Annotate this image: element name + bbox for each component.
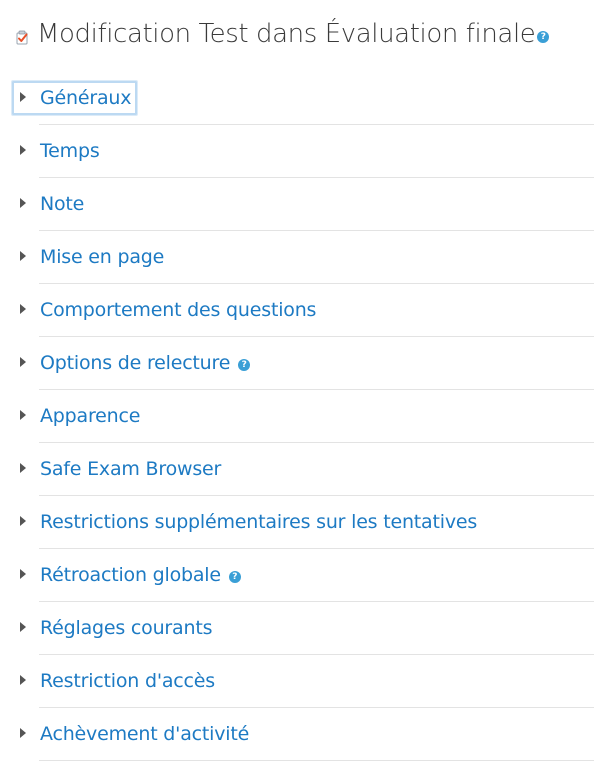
section-label: Note [40, 193, 85, 215]
section-toggle[interactable]: Achèvement d'activité [12, 717, 255, 751]
help-icon[interactable]: ? [537, 31, 550, 43]
section-row: Rétroaction globale? [12, 549, 594, 602]
page-header: Modification Test dans Évaluation finale… [14, 14, 550, 54]
caret-right-icon [20, 410, 26, 420]
section-toggle[interactable]: Restrictions supplémentaires sur les ten… [12, 505, 483, 539]
section-toggle[interactable]: Restriction d'accès [12, 664, 221, 698]
page-title: Modification Test dans Évaluation finale [37, 19, 536, 49]
section-row: Achèvement d'activité [12, 708, 594, 761]
section-label: Comportement des questions [40, 299, 317, 321]
help-icon[interactable]: ? [238, 359, 251, 371]
caret-right-icon [20, 675, 26, 685]
section-label: Restrictions supplémentaires sur les ten… [40, 511, 478, 533]
section-list: Généraux Temps Note Mise en page Comportemen… [12, 72, 594, 761]
caret-right-icon [20, 198, 26, 208]
section-toggle[interactable]: Mise en page [12, 240, 170, 274]
section-toggle[interactable]: Note [12, 187, 90, 221]
section-toggle[interactable]: Safe Exam Browser [12, 452, 227, 486]
caret-right-icon [20, 304, 26, 314]
caret-right-icon [20, 622, 26, 632]
caret-right-icon [20, 516, 26, 526]
section-toggle[interactable]: Rétroaction globale? [12, 558, 247, 592]
section-toggle[interactable]: Comportement des questions [12, 293, 322, 327]
section-toggle[interactable]: Temps [12, 134, 106, 168]
help-icon[interactable]: ? [228, 571, 241, 583]
quiz-icon [14, 29, 30, 45]
section-label: Apparence [40, 405, 141, 427]
section-label: Temps [40, 140, 100, 162]
section-row: Note [12, 178, 594, 231]
section-label: Réglages courants [40, 617, 213, 639]
section-toggle[interactable]: Apparence [12, 399, 146, 433]
section-label: Safe Exam Browser [40, 458, 222, 480]
section-row: Apparence [12, 390, 594, 443]
section-row: Safe Exam Browser [12, 443, 594, 496]
section-label: Rétroaction globale [40, 564, 221, 586]
caret-right-icon [20, 728, 26, 738]
section-toggle[interactable]: Généraux [12, 81, 138, 115]
caret-right-icon [20, 569, 26, 579]
caret-right-icon [20, 463, 26, 473]
section-row: Mise en page [12, 231, 594, 284]
section-label: Généraux [40, 87, 132, 109]
section-row: Réglages courants [12, 602, 594, 655]
section-toggle[interactable]: Options de relecture? [12, 346, 256, 380]
section-row: Restrictions supplémentaires sur les ten… [12, 496, 594, 549]
section-row: Restriction d'accès [12, 655, 594, 708]
section-row: Comportement des questions [12, 284, 594, 337]
caret-right-icon [20, 251, 26, 261]
section-label: Restriction d'accès [40, 670, 215, 692]
caret-right-icon [20, 357, 26, 367]
section-toggle[interactable]: Réglages courants [12, 611, 218, 645]
caret-right-icon [20, 92, 26, 102]
section-label: Mise en page [40, 246, 165, 268]
section-row: Généraux [12, 72, 594, 125]
section-label: Achèvement d'activité [40, 723, 250, 745]
section-row: Temps [12, 125, 594, 178]
section-row: Options de relecture? [12, 337, 594, 390]
caret-right-icon [20, 145, 26, 155]
section-label: Options de relecture [40, 352, 231, 374]
